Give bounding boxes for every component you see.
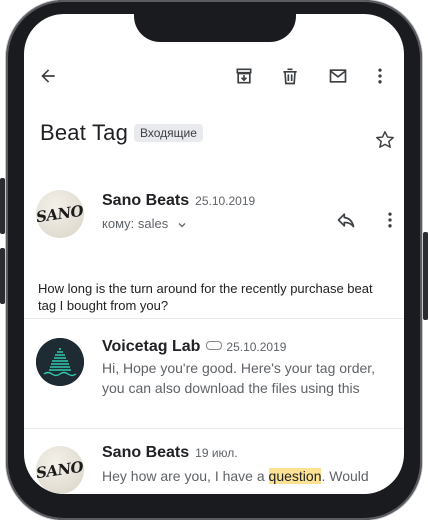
sender-name: Sano Beats 25.10.2019 [102, 192, 256, 209]
trash-icon[interactable] [276, 62, 304, 90]
more-vert-icon[interactable] [376, 206, 404, 234]
volume-up-button [0, 178, 5, 234]
search-highlight: question [268, 468, 322, 484]
message-collapsed[interactable]: Voicetag Lab 25.10.2019 Hi, Hope you're g… [24, 332, 404, 422]
message-body: How long is the turn around for the rece… [38, 281, 373, 313]
message-date: 25.10.2019 [226, 340, 287, 354]
subject-row: Beat Tag Входящие [40, 120, 390, 154]
sender-name: Voicetag Lab 25.10.2019 [102, 338, 287, 355]
avatar-logo-text: SANO [36, 201, 84, 227]
avatar-logo-text: SANO [36, 457, 84, 483]
divider [24, 318, 404, 319]
app-toolbar [24, 58, 404, 94]
message-expanded[interactable]: SANO Sano Beats 25.10.2019 кому: sales Ho… [24, 186, 404, 316]
screen: Beat Tag Входящие SANO Sano Beats 25.10.2… [24, 14, 404, 494]
message-snippet: Hi, Hope you're good. Here's your tag or… [102, 360, 376, 396]
chevron-down-icon[interactable] [176, 219, 188, 231]
volume-down-button [0, 248, 5, 304]
phone-notch [134, 14, 296, 42]
avatar [36, 338, 84, 386]
more-vert-icon[interactable] [366, 62, 394, 90]
voicetag-logo-icon [36, 338, 84, 386]
avatar: SANO [36, 446, 84, 494]
message-snippet: Hey how are you, I have a question. Woul… [102, 468, 369, 484]
avatar: SANO [36, 190, 84, 238]
divider [24, 428, 404, 429]
message-date: 25.10.2019 [195, 194, 256, 208]
message-date: 19 июл. [195, 446, 238, 460]
label-badge[interactable]: Входящие [134, 124, 203, 142]
reply-icon[interactable] [332, 206, 360, 234]
mail-icon[interactable] [324, 62, 352, 90]
recipient-line[interactable]: кому: sales [102, 216, 188, 231]
device-background: Beat Tag Входящие SANO Sano Beats 25.10.2… [0, 0, 428, 520]
message-collapsed[interactable]: SANO Sano Beats 19 июл. Hey how are you, … [24, 434, 404, 494]
attachment-icon [206, 341, 223, 351]
archive-icon[interactable] [230, 62, 258, 90]
power-button [423, 232, 428, 320]
star-icon[interactable] [371, 126, 399, 154]
sender-name: Sano Beats 19 июл. [102, 444, 238, 461]
arrow-back-icon[interactable] [34, 62, 62, 90]
thread-subject: Beat Tag [40, 120, 129, 145]
